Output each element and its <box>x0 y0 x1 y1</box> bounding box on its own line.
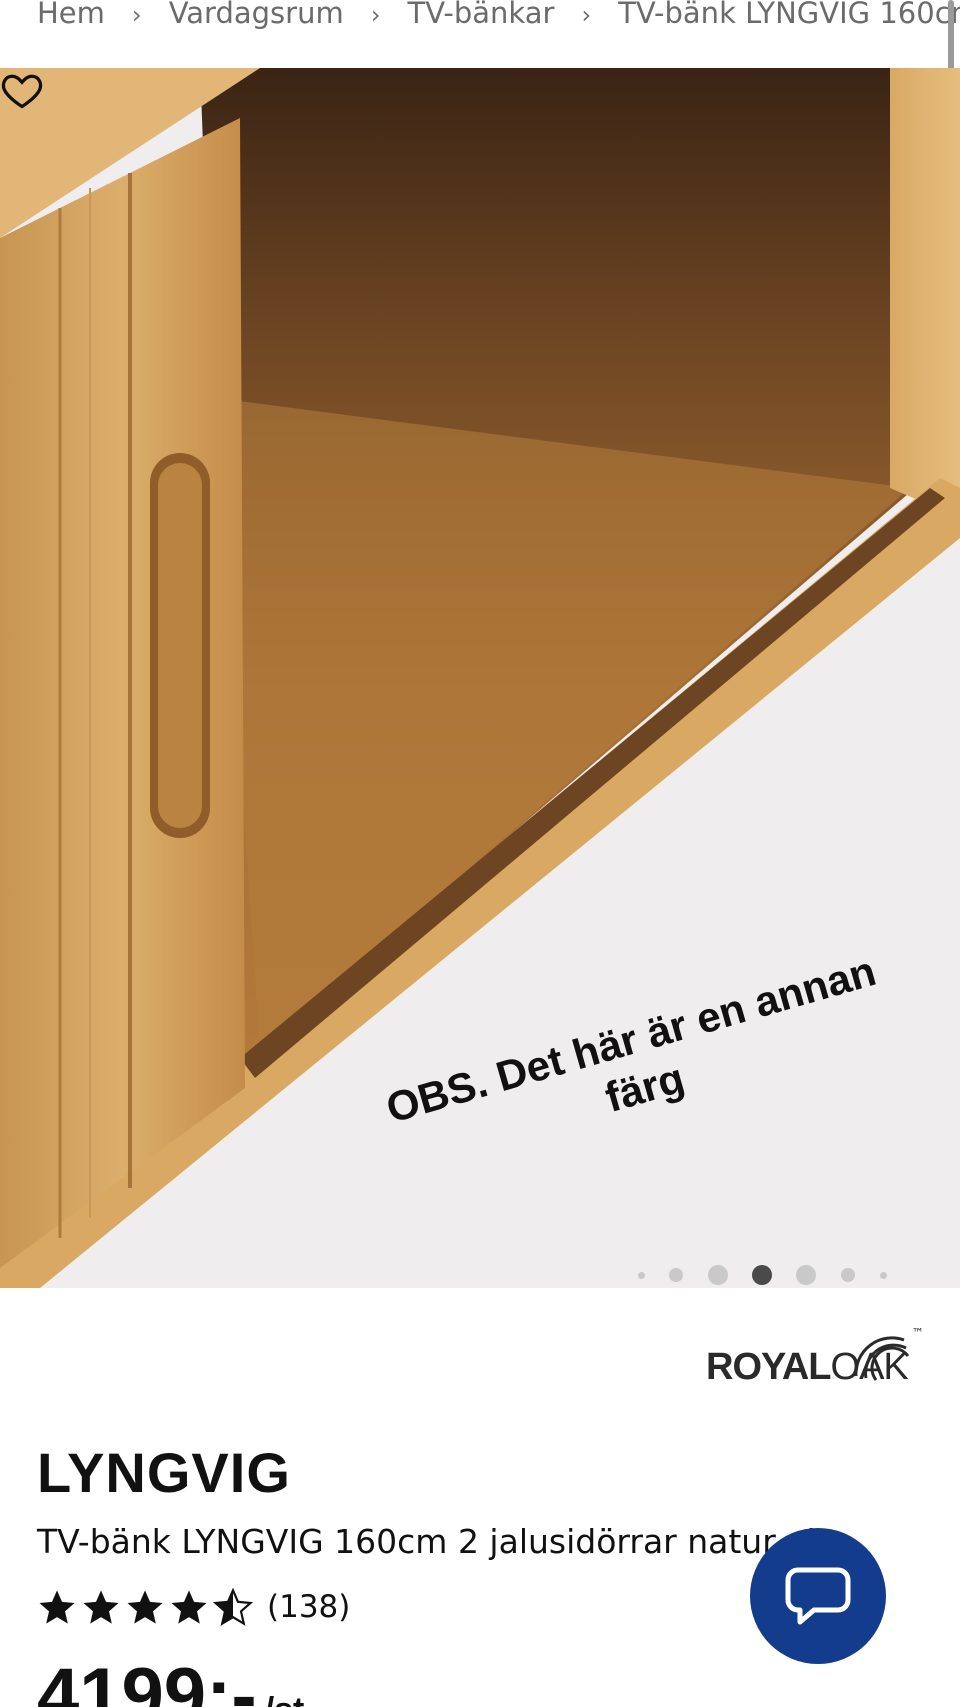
brand-name: ROYALOAK <box>706 1346 909 1389</box>
price-unit: /st <box>265 1691 305 1707</box>
brand-trademark: ™ <box>912 1326 924 1340</box>
breadcrumb-item-hem[interactable]: Hem <box>37 0 105 28</box>
product-image-carousel[interactable]: OBS. Det här är en annan färg <box>0 68 960 1288</box>
breadcrumb-item-vardagsrum[interactable]: Vardagsrum <box>169 0 344 28</box>
star-filled-icon <box>83 1590 119 1624</box>
product-price: 4199:- /st <box>37 1652 304 1707</box>
product-subtitle: TV-bänk LYNGVIG 160cm 2 jalusidörrar nat… <box>37 1522 826 1561</box>
star-half-icon <box>213 1587 253 1626</box>
brand-name-light: OAK <box>830 1346 909 1388</box>
breadcrumb-chevron-icon: › <box>581 1 592 29</box>
star-filled-icon <box>171 1590 207 1624</box>
product-title: LYNGVIG <box>37 1441 291 1504</box>
breadcrumb-chevron-icon: › <box>370 1 381 29</box>
carousel-dot[interactable] <box>879 1271 887 1279</box>
carousel-dot[interactable] <box>637 1271 645 1279</box>
price-amount: 4199:- <box>37 1653 257 1707</box>
product-rating[interactable]: (138) <box>37 1585 350 1629</box>
carousel-dot[interactable] <box>708 1265 728 1285</box>
brand-name-bold: ROYAL <box>706 1346 832 1388</box>
star-filled-icon <box>127 1590 163 1624</box>
carousel-indicator <box>0 1263 960 1287</box>
carousel-dot[interactable] <box>841 1268 855 1282</box>
star-filled-icon <box>39 1590 75 1624</box>
review-count[interactable]: (138) <box>267 1589 350 1625</box>
breadcrumb-chevron-icon: › <box>132 1 142 29</box>
breadcrumb-item-current[interactable]: TV-bänk LYNGVIG 160cm 2 <box>618 0 960 28</box>
carousel-dot-active[interactable] <box>752 1265 772 1285</box>
brand-logo: ROYALOAK ™ <box>706 1326 926 1394</box>
chat-bubble-icon <box>785 1567 851 1625</box>
star-rating <box>37 1587 253 1627</box>
breadcrumb: Hem › Vardagsrum › TV-bänkar › TV-bänk L… <box>0 0 960 68</box>
chat-button[interactable] <box>750 1528 886 1664</box>
carousel-dot[interactable] <box>796 1265 816 1285</box>
carousel-dot[interactable] <box>669 1268 683 1282</box>
heart-outline-icon[interactable] <box>0 68 44 112</box>
breadcrumb-item-tv-bankar[interactable]: TV-bänkar <box>408 0 555 28</box>
